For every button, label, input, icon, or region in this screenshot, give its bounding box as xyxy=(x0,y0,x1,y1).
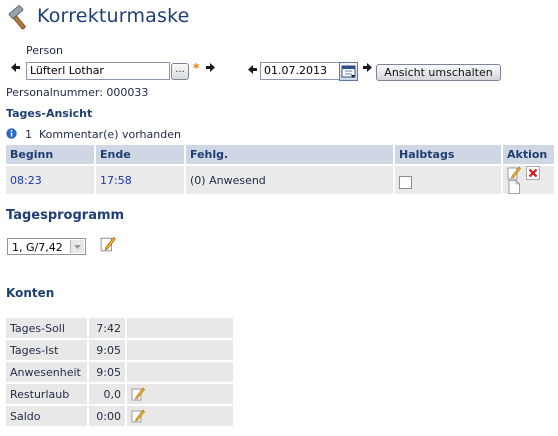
account-row: Saldo 0:00 xyxy=(6,404,235,426)
account-label: Saldo xyxy=(6,404,89,426)
account-value: 0:00 xyxy=(88,404,127,426)
table-row: 08:23 17:58 (0) Anwesend xyxy=(6,164,554,194)
account-label: Tages-Ist xyxy=(6,338,89,361)
col-beginn: Beginn xyxy=(6,145,96,165)
account-value: 9:05 xyxy=(88,360,127,383)
beginn-link[interactable]: 08:23 xyxy=(6,164,96,194)
account-value: 9:05 xyxy=(88,338,127,361)
day-program-select[interactable]: 1, G/7,42 xyxy=(7,238,86,255)
day-program-heading: Tagesprogramm xyxy=(6,208,125,223)
account-edit-cell xyxy=(126,404,235,426)
date-input[interactable]: 01.07.2013 xyxy=(260,62,342,80)
account-label: Resturlaub xyxy=(6,382,89,405)
halbtags-checkbox[interactable] xyxy=(399,175,412,189)
account-edit-cell xyxy=(126,382,235,405)
date-prev-arrow-icon[interactable] xyxy=(248,65,257,74)
day-table-header: Beginn Ende Fehlg. Halbtags Aktion xyxy=(6,145,554,165)
account-edit-cell xyxy=(126,360,235,383)
account-edit-cell xyxy=(126,316,235,339)
action-cell xyxy=(502,164,554,194)
halbtags-cell xyxy=(394,164,503,194)
page-title: Korrekturmaske xyxy=(37,5,190,27)
day-view-heading: Tages-Ansicht xyxy=(6,107,93,120)
arrow-left-icon[interactable] xyxy=(11,63,20,72)
fehlg-cell: (0) Anwesend xyxy=(185,164,395,194)
col-ende: Ende xyxy=(95,145,186,165)
edit-program-icon[interactable] xyxy=(100,236,116,252)
edit-saldo-icon[interactable] xyxy=(131,409,145,423)
ende-link[interactable]: 17:58 xyxy=(95,164,186,194)
account-row: Tages-Ist 9:05 xyxy=(6,338,235,361)
arrow-right-icon[interactable] xyxy=(206,63,215,72)
switch-view-button[interactable]: Ansicht umschalten xyxy=(376,64,501,81)
accounts-heading: Konten xyxy=(6,286,55,300)
hammer-icon xyxy=(8,5,26,30)
account-row: Resturlaub 0,0 xyxy=(6,382,235,405)
info-icon[interactable] xyxy=(6,128,17,139)
account-row: Anwesenheit 9:05 xyxy=(6,360,235,383)
col-fehlg: Fehlg. xyxy=(185,145,395,165)
account-value: 0,0 xyxy=(88,382,127,405)
edit-resturlaub-icon[interactable] xyxy=(131,387,145,401)
edit-icon[interactable] xyxy=(507,166,521,180)
person-input[interactable]: Lüfterl Lothar xyxy=(26,62,170,80)
required-marker: * xyxy=(193,61,200,75)
day-table: Beginn Ende Fehlg. Halbtags Aktion 08:23… xyxy=(6,145,554,194)
person-label: Person xyxy=(26,44,63,57)
accounts-table: Tages-Soll 7:42 Tages-Ist 9:05 Anwesenhe… xyxy=(6,316,235,426)
account-value: 7:42 xyxy=(88,316,127,339)
col-aktion: Aktion xyxy=(502,145,554,165)
col-halbtags: Halbtags xyxy=(394,145,503,165)
account-label: Anwesenheit xyxy=(6,360,89,383)
calendar-icon xyxy=(341,65,356,78)
account-label: Tages-Soll xyxy=(6,316,89,339)
date-next-arrow-icon[interactable] xyxy=(363,63,372,72)
comment-link[interactable]: 1 Kommentar(e) vorhanden xyxy=(25,128,181,141)
calendar-button[interactable] xyxy=(339,62,358,81)
person-lookup-button[interactable]: ... xyxy=(171,63,189,80)
day-program-value: 1, G/7,42 xyxy=(12,241,63,254)
new-document-icon[interactable] xyxy=(507,180,521,194)
dropdown-arrow-icon xyxy=(70,240,84,253)
delete-icon[interactable] xyxy=(525,166,540,180)
account-row: Tages-Soll 7:42 xyxy=(6,316,235,339)
account-edit-cell xyxy=(126,338,235,361)
personnel-number: Personalnummer: 000033 xyxy=(6,86,149,99)
